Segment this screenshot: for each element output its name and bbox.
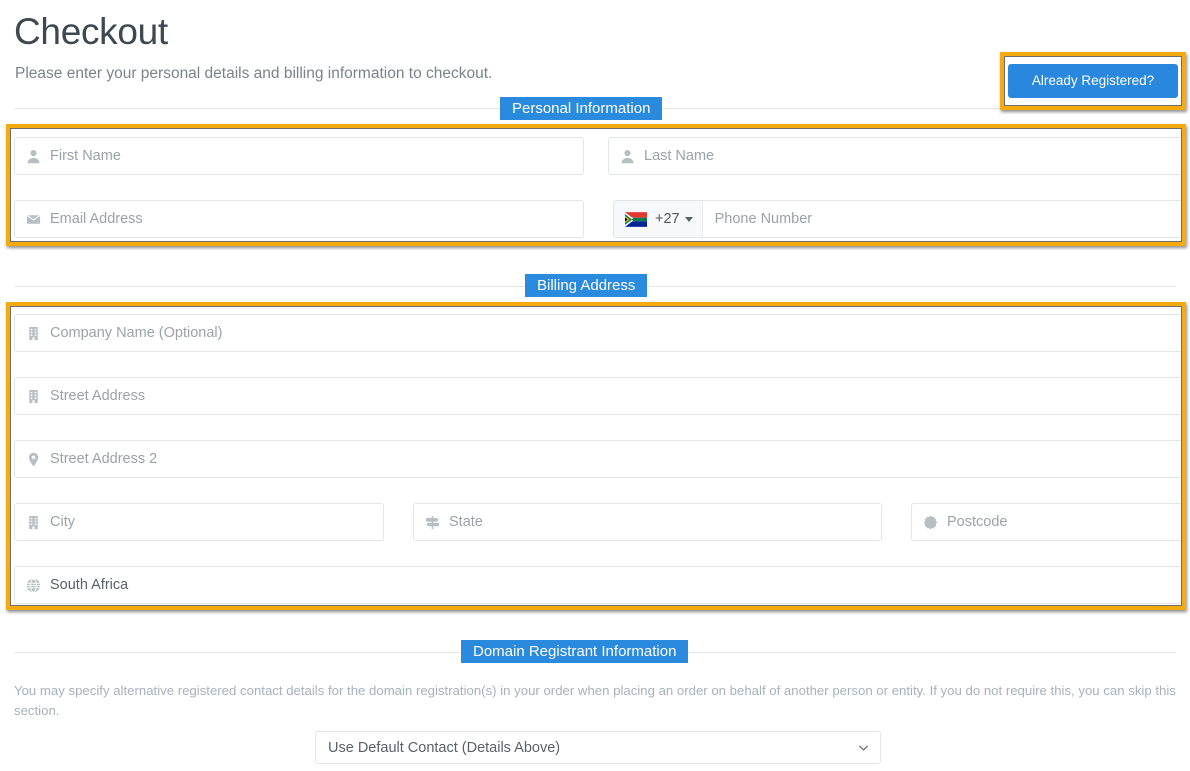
section-label-registrant: Domain Registrant Information	[461, 640, 689, 663]
street-address-2-input[interactable]: Street Address 2	[14, 440, 1186, 478]
globe-icon	[26, 577, 41, 593]
seal-icon	[923, 515, 938, 529]
map-pin-icon	[28, 452, 39, 466]
user-icon	[621, 149, 634, 163]
city-input[interactable]: City	[14, 503, 384, 541]
city-placeholder: City	[50, 514, 75, 530]
email-placeholder: Email Address	[50, 211, 143, 227]
phone-number-input[interactable]: +27 Phone Number	[613, 200, 1186, 238]
south-africa-flag	[625, 211, 647, 227]
state-input[interactable]: State	[413, 503, 882, 541]
email-input[interactable]: Email Address	[14, 200, 584, 238]
last-name-input[interactable]: Last Name	[608, 137, 1186, 175]
dial-code: +27	[655, 211, 680, 227]
country-select[interactable]: South Africa	[14, 566, 1186, 604]
building-icon	[29, 326, 38, 340]
registrant-note: You may specify alternative registered c…	[14, 683, 1176, 718]
building-icon	[29, 515, 38, 529]
street-address-2-placeholder: Street Address 2	[50, 451, 158, 467]
building-icon	[29, 389, 38, 403]
country-dial-selector[interactable]: +27	[614, 201, 703, 237]
first-name-input[interactable]: First Name	[14, 137, 584, 175]
section-label-billing: Billing Address	[525, 274, 648, 297]
street-address-input[interactable]: Street Address	[14, 377, 1186, 415]
page-title: Checkout	[14, 11, 168, 52]
first-name-placeholder: First Name	[50, 148, 121, 164]
phone-placeholder: Phone Number	[714, 211, 813, 227]
last-name-placeholder: Last Name	[644, 148, 715, 164]
chevron-down-icon	[858, 745, 869, 751]
chevron-down-icon	[684, 216, 693, 222]
envelope-icon	[26, 214, 41, 224]
postcode-input[interactable]: Postcode	[911, 503, 1186, 541]
country-value: South Africa	[50, 577, 129, 593]
registrant-contact-select[interactable]: Use Default Contact (Details Above)	[315, 731, 881, 764]
signpost-icon	[426, 515, 439, 529]
street-address-placeholder: Street Address	[50, 388, 146, 404]
company-name-input[interactable]: Company Name (Optional)	[14, 314, 1186, 352]
company-name-placeholder: Company Name (Optional)	[50, 325, 223, 341]
postcode-placeholder: Postcode	[947, 514, 1008, 530]
section-label-personal: Personal Information	[500, 97, 663, 120]
registrant-contact-value: Use Default Contact (Details Above)	[328, 739, 561, 756]
state-placeholder: State	[449, 514, 483, 530]
user-icon	[27, 149, 40, 163]
already-registered-button[interactable]: Already Registered?	[1008, 64, 1178, 98]
page-subtitle: Please enter your personal details and b…	[15, 65, 493, 82]
checkout-page: Checkout Please enter your personal deta…	[0, 0, 1190, 771]
